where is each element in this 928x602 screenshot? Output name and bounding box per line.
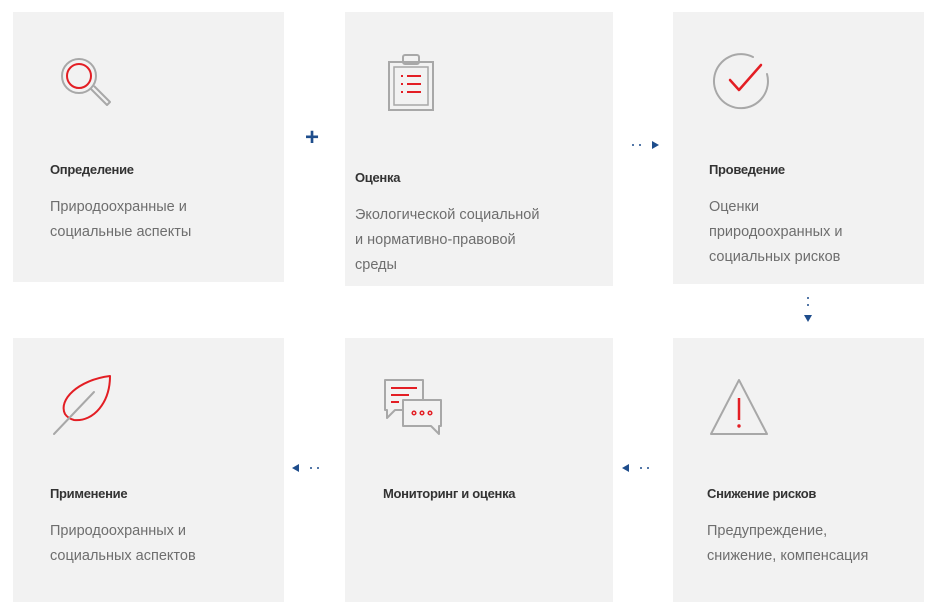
step-description: Предупреждение, снижение, компенсация — [707, 523, 869, 564]
step-title: Применение — [50, 486, 128, 501]
step-card-definition: Определение Природоохранные и социальные… — [13, 12, 284, 282]
leaf-icon — [53, 375, 111, 435]
warning-triangle-icon — [710, 379, 768, 435]
checkmark-circle-icon — [713, 53, 769, 110]
dotted-arrow-icon — [622, 464, 649, 472]
step-title: Определение — [50, 162, 134, 177]
step-card-risk-mitigation: Снижение рисков Предупреждение, снижение… — [673, 338, 924, 602]
step-title: Проведение — [709, 162, 785, 177]
dotted-arrow-icon — [632, 141, 659, 149]
step-card-monitoring: Мониторинг и оценка — [345, 338, 613, 602]
clipboard-list-icon — [388, 54, 434, 111]
step-title: Оценка — [355, 170, 401, 185]
step-description: Природоохранные и социальные аспекты — [50, 199, 192, 240]
dotted-arrow-icon — [804, 297, 812, 322]
chat-bubbles-icon — [384, 379, 442, 435]
magnifier-icon — [61, 58, 111, 106]
step-title: Мониторинг и оценка — [383, 486, 516, 501]
step-description: Экологической социальной и нормативно-пр… — [355, 207, 540, 273]
step-description: Оценки природоохранных и социальных риск… — [709, 199, 843, 265]
step-card-assessment: Оценка Экологической социальной и нормат… — [345, 12, 613, 286]
step-title: Снижение рисков — [707, 486, 817, 501]
step-card-application: Применение Природоохранных и социальных … — [13, 338, 284, 602]
step-card-conducting: Проведение Оценки природоохранных и соци… — [673, 12, 924, 284]
dotted-arrow-icon — [292, 464, 319, 472]
step-description: Природоохранных и социальных аспектов — [50, 523, 196, 564]
plus-icon: + — [305, 124, 320, 151]
